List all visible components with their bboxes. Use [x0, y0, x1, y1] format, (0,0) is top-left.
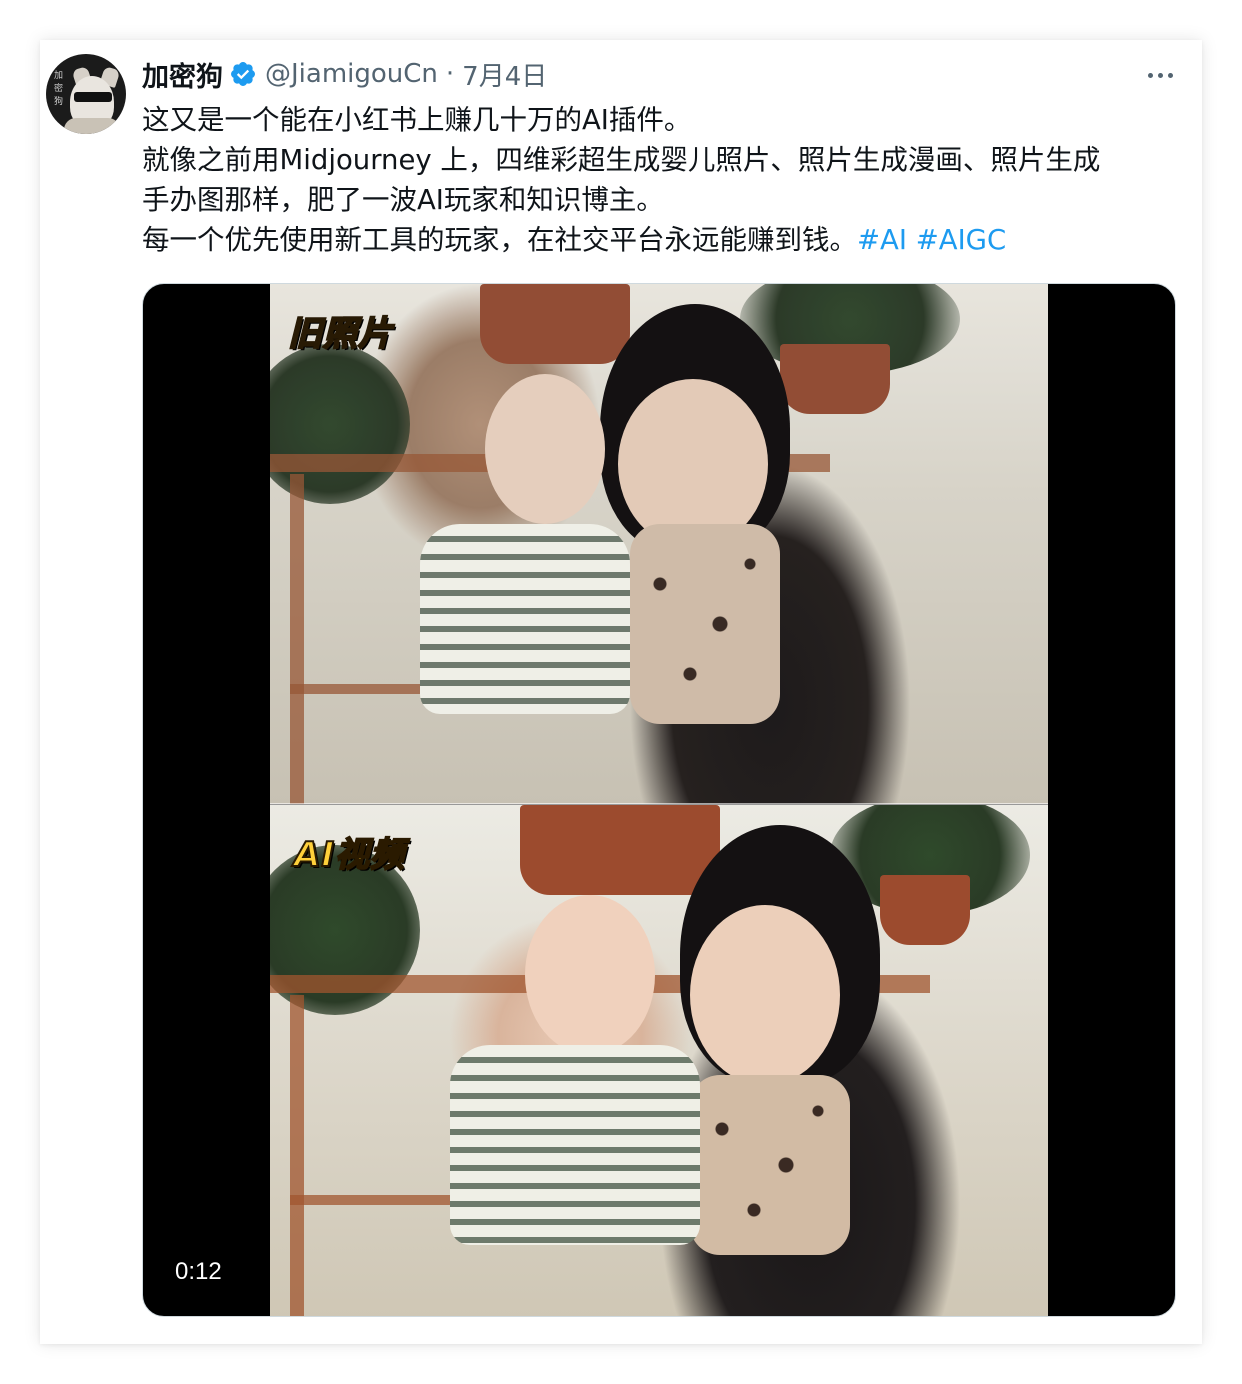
avatar[interactable]: 加密狗: [46, 54, 126, 134]
author-name[interactable]: 加密狗: [142, 55, 223, 94]
author-handle[interactable]: @JiamigouCn: [265, 59, 438, 89]
tweet-text-line-3: 手办图那样，肥了一波AI玩家和知识博主。: [142, 184, 664, 216]
tweet-text-line-2: 就像之前用Midjourney 上，四维彩超生成婴儿照片、照片生成漫画、照片生成: [142, 144, 1101, 176]
video-player[interactable]: 旧照片 AI视频 0:12: [142, 283, 1176, 1317]
video-duration: 0:12: [175, 1258, 222, 1285]
separator-dot: ·: [445, 59, 455, 89]
tweet-text: 这又是一个能在小红书上赚几十万的AI插件。 就像之前用Midjourney 上，…: [142, 100, 1182, 260]
more-options-icon[interactable]: [1140, 60, 1180, 90]
tweet-header: 加密狗 @JiamigouCn · 7月4日: [142, 55, 547, 94]
avatar-text: 加密狗: [54, 71, 64, 107]
video-frame: 旧照片 AI视频: [270, 284, 1048, 1316]
tweet-date[interactable]: 7月4日: [462, 56, 547, 93]
old-photo-panel: 旧照片: [270, 284, 1048, 804]
verified-badge-icon: [229, 60, 257, 88]
tweet-text-line-4-body: 每一个优先使用新工具的玩家，在社交平台永远能赚到钱。: [142, 224, 857, 256]
tweet-text-line-1: 这又是一个能在小红书上赚几十万的AI插件。: [142, 104, 692, 136]
tweet-text-line-4: 每一个优先使用新工具的玩家，在社交平台永远能赚到钱。#AI #AIGC: [142, 220, 1182, 260]
old-photo-label: 旧照片: [287, 313, 393, 355]
ai-video-label: AI视频: [293, 834, 405, 876]
hashtag-ai[interactable]: #AI: [857, 224, 907, 256]
hashtag-aigc[interactable]: #AIGC: [916, 224, 1006, 256]
ai-video-panel: AI视频: [270, 805, 1048, 1316]
